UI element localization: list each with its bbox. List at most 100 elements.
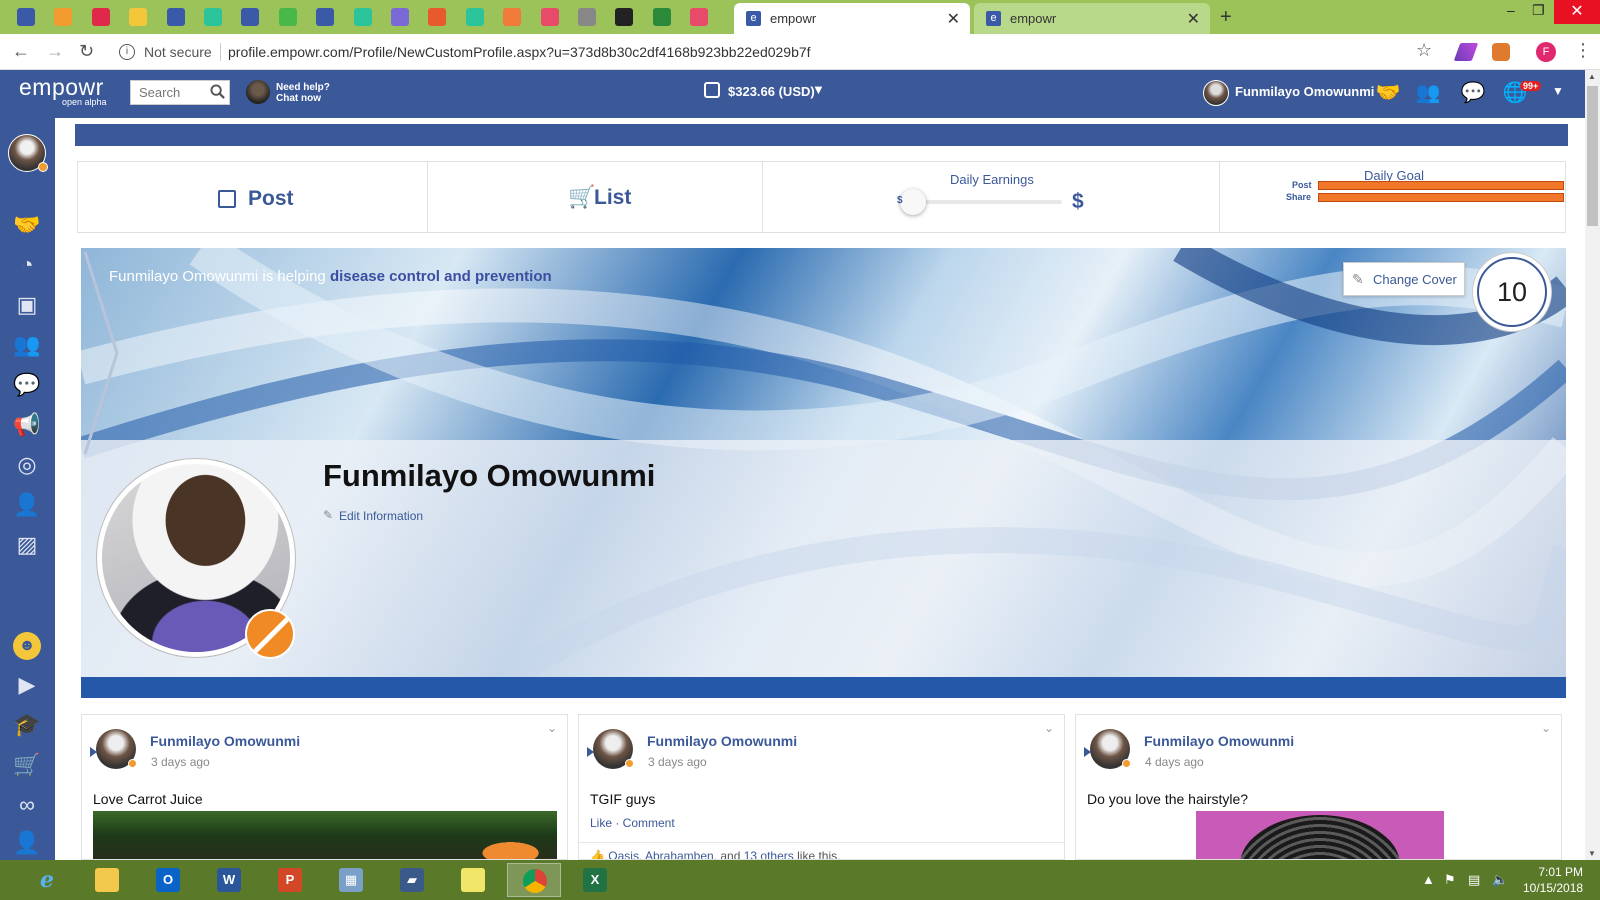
post-like-comment-links[interactable]: Like · Comment [590,816,675,830]
sidebar-special-icon[interactable]: ☻ [13,632,41,660]
post-image[interactable] [93,811,557,859]
bookmark-favicon-icon[interactable] [129,8,148,26]
app-taskbar-item[interactable]: ▰ [385,863,439,897]
file-explorer-taskbar-item[interactable] [80,863,134,897]
taskbar-clock[interactable]: 7:01 PM 10/15/2018 [1523,864,1583,896]
scroll-up-icon[interactable]: ▲ [1588,72,1596,81]
bookmark-favicon-icon[interactable] [465,8,484,26]
sidebar-mask-icon[interactable]: ∞ [12,790,42,820]
new-tab-button[interactable]: + [1220,6,1232,29]
wallet-icon[interactable] [704,82,720,98]
bookmark-favicon-icon[interactable] [54,8,73,26]
earnings-slider-track[interactable] [912,200,1062,204]
bookmark-favicon-icon[interactable] [503,8,522,26]
sidebar-people-icon[interactable]: 👥 [12,330,42,360]
forward-arrow-icon[interactable]: → [46,41,64,62]
tray-network-icon[interactable]: ▤ [1468,872,1480,888]
word-taskbar-item[interactable]: W [202,863,256,897]
reload-icon[interactable]: ↻ [79,41,94,62]
tray-expand-icon[interactable]: ▲ [1422,872,1435,887]
bookmark-favicon-icon[interactable] [428,8,447,26]
powerpoint-taskbar-item[interactable]: P [263,863,317,897]
likers-others-link[interactable]: 13 others [744,849,794,859]
browser-tab-inactive[interactable]: e empowr ✕ [974,3,1210,34]
list-button[interactable]: List [594,186,631,210]
post-section[interactable]: Post [78,162,428,232]
change-cover-button[interactable]: ✎ Change Cover [1343,262,1465,296]
post-author-name[interactable]: Funmilayo Omowunmi [150,733,300,749]
bookmark-favicon-icon[interactable] [17,8,35,26]
browser-tab-active[interactable]: e empowr ✕ [734,3,970,34]
header-user-name[interactable]: Funmilayo Omowunmi [1235,84,1374,99]
bookmark-favicon-icon[interactable] [652,8,671,26]
bookmark-favicon-icon[interactable] [540,8,559,26]
bookmark-favicon-icon[interactable] [91,8,110,26]
back-arrow-icon[interactable]: ← [12,41,30,62]
cover-next-chevron-icon[interactable] [81,248,121,458]
post-timestamp[interactable]: 3 days ago [648,755,707,769]
outlook-taskbar-item[interactable]: O [141,863,195,897]
post-options-chevron-icon[interactable]: ⌄ [547,721,557,735]
edit-information-link[interactable]: Edit Information [339,509,423,523]
wallet-balance[interactable]: $323.66 (USD) [728,84,815,99]
extension-fox-icon[interactable] [1492,43,1510,61]
sidebar-profile-icon[interactable]: 👤 [12,490,42,520]
help-chat-link[interactable]: Need help? Chat now [276,82,330,104]
tray-volume-icon[interactable]: 🔈 [1492,872,1508,888]
profile-score-badge[interactable]: 10 [1472,252,1552,332]
bookmark-favicon-icon[interactable] [578,8,596,26]
tray-flag-icon[interactable]: ⚑ [1444,872,1456,888]
scrollbar-thumb[interactable] [1587,86,1598,226]
account-menu-caret-icon[interactable]: ▼ [1552,84,1564,98]
help-agent-avatar[interactable] [246,80,270,104]
post-author-name[interactable]: Funmilayo Omowunmi [647,733,797,749]
earnings-slider-handle[interactable] [900,189,926,215]
sidebar-handshake-icon[interactable]: 🤝 [12,210,42,240]
search-input[interactable] [131,81,203,104]
header-user-avatar[interactable] [1203,80,1229,106]
restore-window-icon[interactable]: ❐ [1532,2,1545,19]
scroll-down-icon[interactable]: ▼ [1588,849,1596,858]
page-scrollbar[interactable]: ▲ ▼ [1585,70,1600,860]
cause-link[interactable]: disease control and prevention [330,268,552,285]
sidebar-learn-icon[interactable]: 🎓 [12,710,42,740]
sidebar-image-icon[interactable]: ▨ [12,530,42,560]
sidebar-dashboard-icon[interactable]: ◔ [12,250,42,280]
post-timestamp[interactable]: 3 days ago [151,755,210,769]
chrome-taskbar-item[interactable] [507,863,561,897]
info-icon[interactable]: i [119,44,135,60]
search-icon[interactable] [210,84,225,99]
likers-names[interactable]: Oasis, Abrahamben [608,849,713,859]
post-timestamp[interactable]: 4 days ago [1145,755,1204,769]
post-options-chevron-icon[interactable]: ⌄ [1541,721,1551,735]
sidebar-video-icon[interactable]: ▶ [12,670,42,700]
bookmark-favicon-icon[interactable] [615,8,634,26]
excel-taskbar-item[interactable]: X [568,863,622,897]
balance-dropdown-icon[interactable]: ▼ [812,82,825,97]
post-options-chevron-icon[interactable]: ⌄ [1044,721,1054,735]
calculator-taskbar-item[interactable]: ▦ [324,863,378,897]
browser-profile-avatar[interactable]: F [1536,42,1556,62]
sidebar-add-user-icon[interactable]: 👤 [12,828,42,858]
bookmark-favicon-icon[interactable] [353,8,372,26]
bookmark-star-icon[interactable]: ☆ [1416,40,1432,61]
bookmark-favicon-icon[interactable] [166,8,185,26]
minimize-window-icon[interactable]: – [1507,2,1515,18]
sidebar-chat-icon[interactable]: 💬 [12,370,42,400]
internet-explorer-taskbar-item[interactable]: ℯ [20,863,74,897]
bookmark-favicon-icon[interactable] [316,8,335,26]
bookmark-favicon-icon[interactable] [241,8,260,26]
browser-menu-icon[interactable]: ⋮ [1574,40,1592,61]
tab-close-icon[interactable]: ✕ [1187,9,1200,29]
profile-avatar[interactable] [96,458,296,659]
post-button[interactable]: Post [248,187,294,211]
sidebar-cause-icon[interactable]: ◎ [12,450,42,480]
sticky-notes-taskbar-item[interactable] [446,863,500,897]
tab-close-icon[interactable]: ✕ [947,9,960,29]
sidebar-megaphone-icon[interactable]: 📢 [12,410,42,440]
post-author-name[interactable]: Funmilayo Omowunmi [1144,733,1294,749]
handshake-icon[interactable]: 🤝 [1375,81,1401,105]
extension-pen-icon[interactable] [1453,43,1479,61]
address-bar[interactable]: profile.empowr.com/Profile/NewCustomProf… [228,44,811,60]
post-image[interactable] [1196,811,1444,859]
